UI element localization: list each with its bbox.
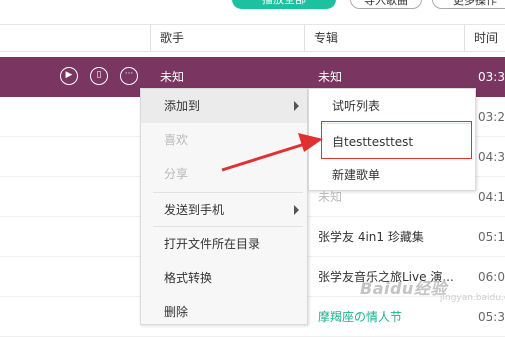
watermark-logo: Baidu经验 xyxy=(360,279,447,298)
watermark-url: jingyan.baidu.com xyxy=(440,293,505,303)
